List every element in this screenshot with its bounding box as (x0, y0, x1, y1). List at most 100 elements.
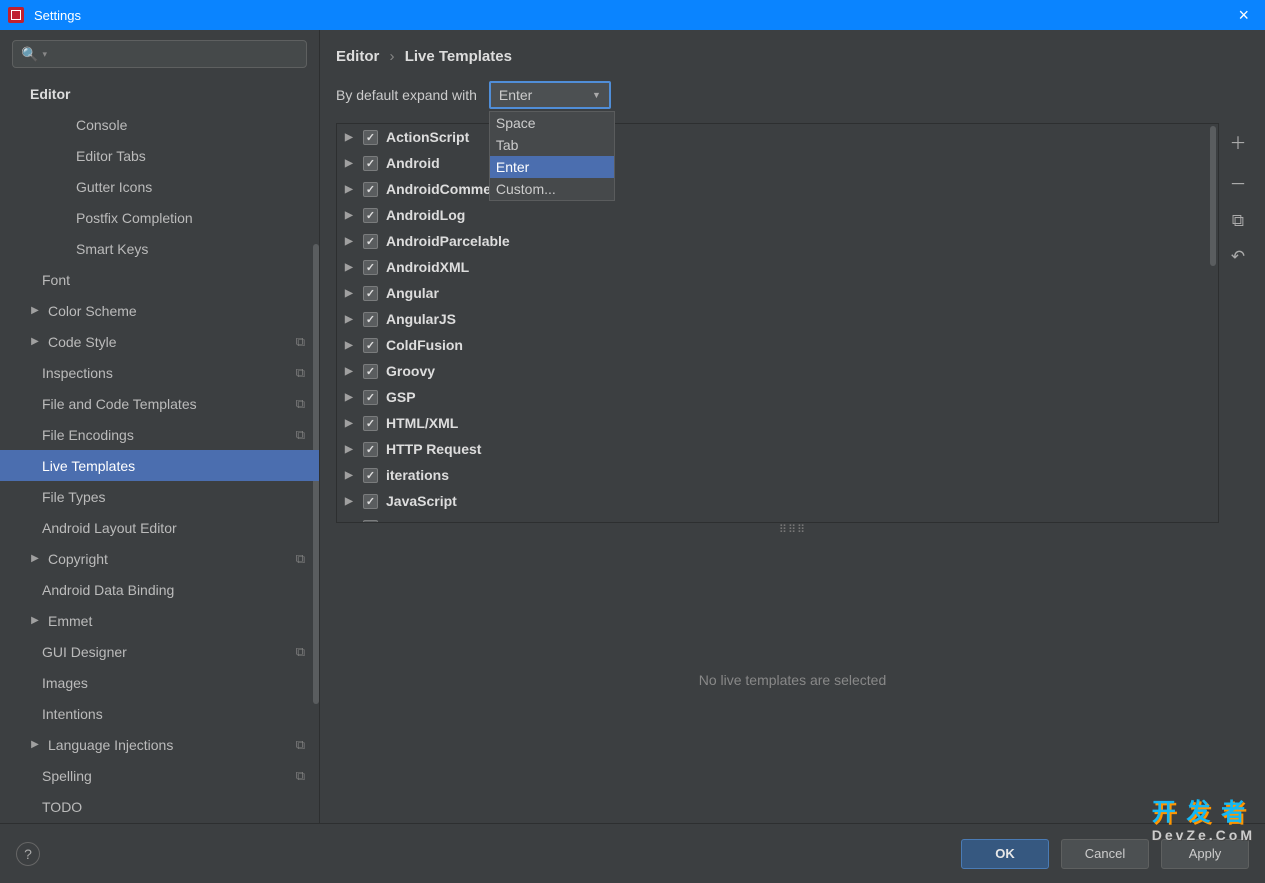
sidebar-item-console[interactable]: Console (0, 109, 319, 140)
expand-with-value: Enter (499, 87, 592, 103)
search-input[interactable]: 🔍 ▾ (12, 40, 307, 68)
sidebar-item-font[interactable]: Font (0, 264, 319, 295)
sidebar-item-intentions[interactable]: Intentions (0, 698, 319, 729)
template-group-label: Android (386, 155, 440, 171)
sidebar-item-language-injections[interactable]: ▶Language Injections⧉ (0, 729, 319, 760)
checkbox-icon[interactable]: ✓ (363, 234, 378, 249)
templates-list[interactable]: ▶✓ActionScript▶✓Android▶✓AndroidComme▶✓A… (336, 123, 1219, 523)
checkbox-icon[interactable]: ✓ (363, 312, 378, 327)
template-group-androidcomme[interactable]: ▶✓AndroidComme (337, 176, 1218, 202)
sidebar-item-gutter-icons[interactable]: Gutter Icons (0, 171, 319, 202)
revert-icon[interactable]: ↶ (1231, 247, 1245, 267)
dropdown-option-enter[interactable]: Enter (490, 156, 614, 178)
checkbox-icon[interactable]: ✓ (363, 494, 378, 509)
template-group-groovy[interactable]: ▶✓Groovy (337, 358, 1218, 384)
checkbox-icon[interactable]: ✓ (363, 416, 378, 431)
scrollbar-thumb[interactable] (1210, 126, 1216, 266)
template-group-angular[interactable]: ▶✓Angular (337, 280, 1218, 306)
sidebar-item-live-templates[interactable]: Live Templates (0, 450, 319, 481)
checkbox-icon[interactable]: ✓ (363, 286, 378, 301)
breadcrumb-live-templates: Live Templates (405, 48, 512, 65)
chevron-right-icon: ▶ (345, 132, 359, 143)
expand-with-select[interactable]: Enter ▼ SpaceTabEnterCustom... (489, 81, 611, 109)
template-group-label: iterations (386, 467, 449, 483)
checkbox-icon[interactable]: ✓ (363, 182, 378, 197)
sidebar-item-android-data-binding[interactable]: Android Data Binding (0, 574, 319, 605)
scope-icon: ⧉ (296, 334, 319, 350)
apply-button[interactable]: Apply (1161, 839, 1249, 869)
sidebar-item-file-encodings[interactable]: File Encodings⧉ (0, 419, 319, 450)
remove-icon[interactable]: － (1230, 170, 1247, 195)
template-group-actionscript[interactable]: ▶✓ActionScript (337, 124, 1218, 150)
help-button[interactable]: ? (16, 842, 40, 866)
checkbox-icon[interactable]: ✓ (363, 130, 378, 145)
checkbox-icon[interactable]: ✓ (363, 260, 378, 275)
sidebar-item-smart-keys[interactable]: Smart Keys (0, 233, 319, 264)
chevron-right-icon: ▶ (345, 392, 359, 403)
sidebar-item-label: Images (42, 675, 319, 691)
add-icon[interactable]: ＋ (1230, 129, 1247, 154)
sidebar-item-gui-designer[interactable]: GUI Designer⧉ (0, 636, 319, 667)
checkbox-icon[interactable]: ✓ (363, 364, 378, 379)
settings-tree[interactable]: Editor Console Editor Tabs Gutter Icons Post… (0, 74, 319, 823)
sidebar-item-todo[interactable]: TODO (0, 791, 319, 822)
chevron-right-icon: ▶ (28, 336, 42, 347)
breadcrumb-editor[interactable]: Editor (336, 48, 379, 65)
template-group-android[interactable]: ▶✓Android (337, 150, 1218, 176)
resize-grip[interactable]: ⠿⠿⠿ (320, 523, 1265, 537)
dropdown-option-custom-[interactable]: Custom... (490, 178, 614, 200)
scope-icon: ⧉ (296, 737, 319, 753)
sidebar-item-images[interactable]: Images (0, 667, 319, 698)
checkbox-icon[interactable]: ✓ (363, 468, 378, 483)
checkbox-icon[interactable]: ✓ (363, 520, 378, 524)
template-group-html-xml[interactable]: ▶✓HTML/XML (337, 410, 1218, 436)
cancel-button[interactable]: Cancel (1061, 839, 1149, 869)
checkbox-icon[interactable]: ✓ (363, 156, 378, 171)
sidebar-item-code-style[interactable]: ▶Code Style⧉ (0, 326, 319, 357)
sidebar-item-copyright[interactable]: ▶Copyright⧉ (0, 543, 319, 574)
sidebar-item-editor-tabs[interactable]: Editor Tabs (0, 140, 319, 171)
scope-icon: ⧉ (296, 551, 319, 567)
template-group-iterations[interactable]: ▶ ✓ iterations (337, 462, 1218, 488)
sidebar-item-file-types[interactable]: File Types (0, 481, 319, 512)
sidebar-item-emmet[interactable]: ▶Emmet (0, 605, 319, 636)
scope-icon: ⧉ (296, 396, 319, 412)
template-group-javascript-testing[interactable]: ▶✓JavaScript Testing (337, 514, 1218, 523)
dropdown-option-space[interactable]: Space (490, 112, 614, 134)
template-group-androidparcelable[interactable]: ▶✓AndroidParcelable (337, 228, 1218, 254)
template-group-angularjs[interactable]: ▶✓AngularJS (337, 306, 1218, 332)
checkbox-icon[interactable]: ✓ (363, 208, 378, 223)
sidebar-item-spelling[interactable]: Spelling⧉ (0, 760, 319, 791)
expand-with-dropdown[interactable]: SpaceTabEnterCustom... (489, 111, 615, 201)
template-group-coldfusion[interactable]: ▶✓ColdFusion (337, 332, 1218, 358)
chevron-right-icon: ▶ (345, 470, 359, 481)
template-group-androidxml[interactable]: ▶✓AndroidXML (337, 254, 1218, 280)
template-group-http-request[interactable]: ▶✓HTTP Request (337, 436, 1218, 462)
dropdown-option-tab[interactable]: Tab (490, 134, 614, 156)
checkbox-icon[interactable]: ✓ (363, 442, 378, 457)
sidebar-item-label: Console (76, 117, 319, 133)
chevron-right-icon: ▶ (28, 553, 42, 564)
sidebar-item-android-layout-editor[interactable]: Android Layout Editor (0, 512, 319, 543)
sidebar-item-color-scheme[interactable]: ▶Color Scheme (0, 295, 319, 326)
template-group-javascript[interactable]: ▶✓JavaScript (337, 488, 1218, 514)
chevron-right-icon: ▶ (345, 262, 359, 273)
template-group-androidlog[interactable]: ▶✓AndroidLog (337, 202, 1218, 228)
template-group-gsp[interactable]: ▶✓GSP (337, 384, 1218, 410)
chevron-right-icon: ▶ (345, 314, 359, 325)
sidebar-item-file-and-code-templates[interactable]: File and Code Templates⧉ (0, 388, 319, 419)
ok-button[interactable]: OK (961, 839, 1049, 869)
sidebar-item-inspections[interactable]: Inspections⧉ (0, 357, 319, 388)
sidebar-item-label: Postfix Completion (76, 210, 319, 226)
sidebar-item-editor[interactable]: Editor (0, 78, 319, 109)
template-group-label: AndroidComme (386, 181, 491, 197)
templates-toolbar: ＋ － ⧉ ↶ (1219, 123, 1257, 523)
sidebar-item-postfix-completion[interactable]: Postfix Completion (0, 202, 319, 233)
breadcrumb: Editor › Live Templates (320, 30, 1265, 77)
copy-icon[interactable]: ⧉ (1232, 211, 1244, 231)
template-group-label: AndroidParcelable (386, 233, 510, 249)
sidebar-item-label: Editor Tabs (76, 148, 319, 164)
close-icon[interactable]: × (1230, 5, 1257, 26)
checkbox-icon[interactable]: ✓ (363, 390, 378, 405)
checkbox-icon[interactable]: ✓ (363, 338, 378, 353)
